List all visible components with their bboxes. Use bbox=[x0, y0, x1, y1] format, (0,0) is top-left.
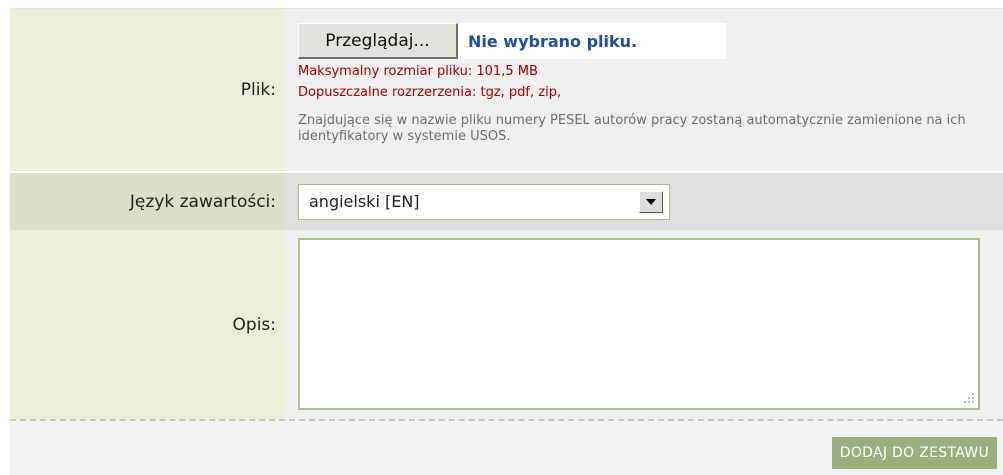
file-content: Przeglądaj... Nie wybrano pliku. Maksyma… bbox=[284, 9, 1003, 171]
file-input[interactable]: Przeglądaj... Nie wybrano pliku. bbox=[298, 23, 1003, 59]
upload-form: Plik: Przeglądaj... Nie wybrano pliku. M… bbox=[10, 8, 1003, 420]
chevron-down-icon[interactable] bbox=[639, 190, 663, 213]
file-status-text: Nie wybrano pliku. bbox=[458, 23, 726, 59]
browse-button[interactable]: Przeglądaj... bbox=[298, 23, 458, 59]
resize-grip-icon[interactable] bbox=[963, 390, 975, 403]
language-content: angielski [EN] bbox=[284, 173, 1003, 230]
language-select[interactable]: angielski [EN] bbox=[298, 183, 670, 220]
description-row: Opis: bbox=[10, 230, 1003, 420]
file-row: Plik: Przeglądaj... Nie wybrano pliku. M… bbox=[10, 9, 1003, 173]
language-label: Język zawartości: bbox=[10, 173, 284, 230]
language-selected-value: angielski [EN] bbox=[309, 192, 420, 211]
description-label: Opis: bbox=[10, 230, 284, 420]
max-size-text: Maksymalny rozmiar pliku: 101,5 MB bbox=[298, 64, 538, 79]
add-to-set-button[interactable]: DODAJ DO ZESTAWU bbox=[831, 437, 997, 469]
allowed-extensions-text: Dopuszczalne rozrzerzenia: tgz, pdf, zip… bbox=[298, 85, 562, 100]
pesel-hint-text: Znajdujące się w nazwie pliku numery PES… bbox=[298, 113, 966, 144]
description-textarea[interactable] bbox=[298, 238, 980, 410]
file-label: Plik: bbox=[10, 9, 284, 171]
form-footer: DODAJ DO ZESTAWU bbox=[10, 419, 1003, 475]
file-limits: Maksymalny rozmiar pliku: 101,5 MB Dopus… bbox=[298, 61, 1003, 103]
description-content bbox=[284, 230, 1003, 420]
language-row: Język zawartości: angielski [EN] bbox=[10, 173, 1003, 230]
